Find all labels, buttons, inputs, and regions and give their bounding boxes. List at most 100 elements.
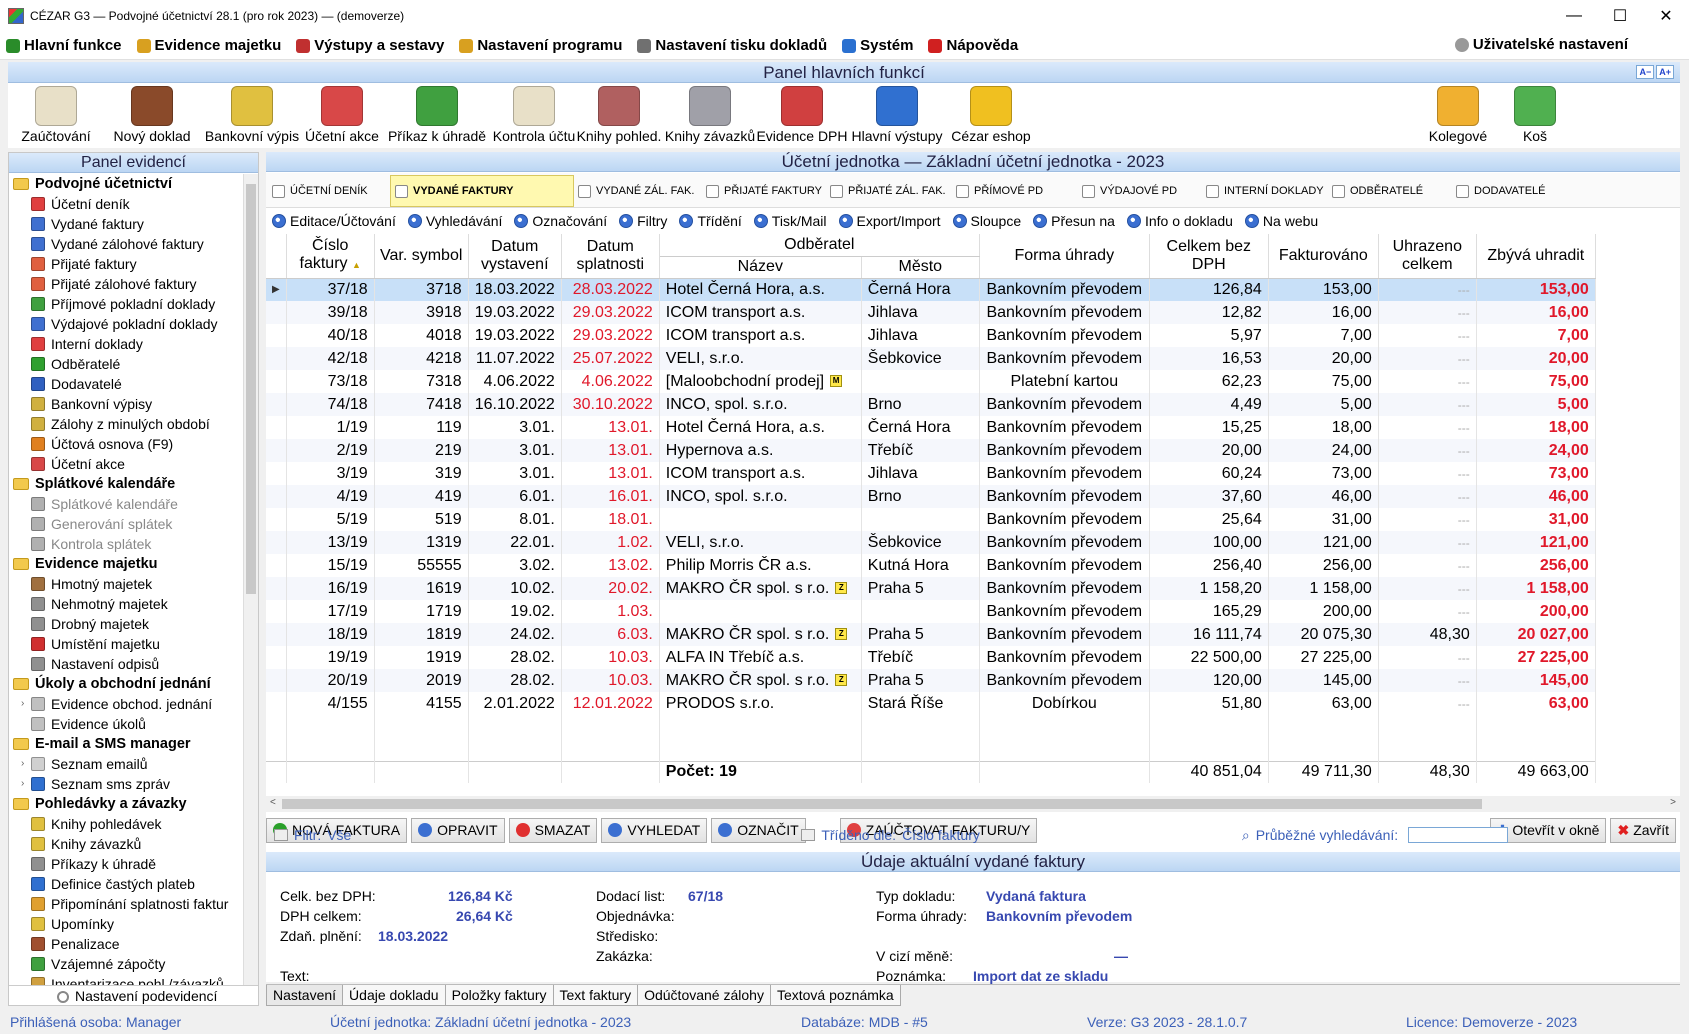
tree-item-prijate-zalohove-faktury[interactable]: Přijaté zálohové faktury: [9, 274, 244, 294]
tree-item-odberatele[interactable]: Odběratelé: [9, 354, 244, 374]
tree-item-uctova-osnova-f9[interactable]: Účtová osnova (F9): [9, 434, 244, 454]
table-row[interactable]: 4/155 4155 2.01.2022 12.01.2022 PRODOS s.r.o…: [266, 692, 1596, 715]
col-total-excl-vat[interactable]: Celkem bez DPH: [1149, 234, 1269, 279]
ribbon-knihy-zavazku-button[interactable]: Knihy závazků: [664, 83, 756, 147]
menu-user-settings[interactable]: Uživatelské nastavení: [1454, 36, 1628, 53]
table-row[interactable]: 18/19 1819 24.02. 6.03. MAKRO ČR spol. s r.o…: [266, 623, 1596, 646]
ribbon-cezar-eshop-button[interactable]: Cézar eshop: [946, 83, 1036, 147]
tree-item-interni-doklady[interactable]: Interní doklady: [9, 334, 244, 354]
table-row[interactable]: ▶ 37/18 3718 18.03.2022 28.03.2022 Hotel Čern…: [266, 278, 1596, 301]
tree-item-evidence-obchod-jednani[interactable]: › Evidence obchod. jednání: [9, 694, 244, 714]
action-na-webu[interactable]: Na webu: [1244, 213, 1318, 229]
tree-item-knihy-pohledavek[interactable]: Knihy pohledávek: [9, 814, 244, 834]
tree-group-ukoly-a-obchodni-jednani[interactable]: Úkoly a obchodní jednání: [9, 674, 244, 694]
menu-nastaveni-programu[interactable]: Nastavení programu: [459, 37, 622, 54]
tab-ucetni-denik[interactable]: ÚČETNÍ DENÍK: [268, 175, 386, 207]
action-export-import[interactable]: Export/Import: [838, 213, 941, 229]
col-var-symbol[interactable]: Var. symbol: [374, 234, 469, 279]
tab-interni-doklady[interactable]: INTERNÍ DOKLADY: [1202, 175, 1324, 207]
detail-tab-textova-poznamka[interactable]: Textová poznámka: [769, 985, 901, 1006]
tree-item-generovani-splatek[interactable]: Generování splátek: [9, 514, 244, 534]
tab-dodavatele[interactable]: DODAVATELÉ: [1452, 175, 1570, 207]
ribbon-zauctovani-button[interactable]: Zaúčtování: [8, 83, 104, 147]
tab-odberatele[interactable]: ODBĚRATELÉ: [1328, 175, 1448, 207]
table-row[interactable]: 4/19 419 6.01. 16.01. INCO, spol. s.r.o. Brno…: [266, 485, 1596, 508]
tree-scrollbar[interactable]: [243, 174, 258, 986]
tree-item-ucetni-denik[interactable]: Účetní deník: [9, 194, 244, 214]
table-row[interactable]: 19/19 1919 28.02. 10.03. ALFA IN Třebíč a.s.…: [266, 646, 1596, 669]
expand-icon[interactable]: ›: [21, 694, 31, 714]
table-row[interactable]: 39/18 3918 19.03.2022 29.03.2022 ICOM transp…: [266, 301, 1596, 324]
tree-item-nehmotny-majetek[interactable]: Nehmotný majetek: [9, 594, 244, 614]
col-invoiced[interactable]: Fakturováno: [1268, 234, 1379, 279]
tree-item-seznam-emailu[interactable]: › Seznam emailů: [9, 754, 244, 774]
ribbon-novy-doklad-button[interactable]: Nový doklad: [104, 83, 200, 147]
menu-hlavni-funkce[interactable]: Hlavní funkce: [6, 37, 122, 54]
table-row[interactable]: 2/19 219 3.01. 13.01. Hypernova a.s. Třebíč Ba…: [266, 439, 1596, 462]
font-smaller-button[interactable]: A−: [1636, 65, 1655, 79]
tree-item-prikazy-k-uhrade[interactable]: Příkazy k úhradě: [9, 854, 244, 874]
menu-system[interactable]: Systém: [842, 37, 913, 54]
col-paid[interactable]: Uhrazeno celkem: [1378, 234, 1477, 279]
col-remaining[interactable]: Zbývá uhradit: [1476, 234, 1596, 279]
tree-item-knihy-zavazku[interactable]: Knihy závazků: [9, 834, 244, 854]
detail-tab-nastaveni[interactable]: Nastavení: [266, 985, 344, 1006]
tree-item-bankovni-vypisy[interactable]: Bankovní výpisy: [9, 394, 244, 414]
close-window-button[interactable]: ✕: [1643, 0, 1689, 32]
tree-item-drobny-majetek[interactable]: Drobný majetek: [9, 614, 244, 634]
tree-item-kontrola-splatek[interactable]: Kontrola splátek: [9, 534, 244, 554]
table-row[interactable]: 20/19 2019 28.02. 10.03. MAKRO ČR spol. s r.…: [266, 669, 1596, 692]
table-row[interactable]: 42/18 4218 11.07.2022 25.07.2022 VELI, s.r.o…: [266, 347, 1596, 370]
sort-value[interactable]: Číslo faktury: [902, 827, 980, 843]
tree-item-pripominani-splatnosti-faktur[interactable]: Připomínání splatnosti faktur: [9, 894, 244, 914]
table-row[interactable]: 74/18 7418 16.10.2022 30.10.2022 INCO, spol.…: [266, 393, 1596, 416]
scroll-right-icon[interactable]: >: [1670, 797, 1676, 808]
detail-tab-udaje-dokladu[interactable]: Údaje dokladu: [342, 985, 446, 1006]
tree-item-definice-castych-plateb[interactable]: Definice častých plateb: [9, 874, 244, 894]
ribbon-evidence-dph-button[interactable]: Evidence DPH: [756, 83, 848, 147]
ribbon-kontrola-uctu-button[interactable]: Kontrola účtu: [493, 83, 575, 147]
tree-group-pohledavky-a-zavazky[interactable]: Pohledávky a závazky: [9, 794, 244, 814]
table-row[interactable]: 1/19 119 3.01. 13.01. Hotel Černá Hora, a.s.…: [266, 416, 1596, 439]
ribbon-bankovni-vypis-button[interactable]: Bankovní výpis: [200, 83, 304, 147]
table-row[interactable]: 3/19 319 3.01. 13.01. ICOM transport a.s. Jih…: [266, 462, 1596, 485]
table-row[interactable]: 5/19 519 8.01. 18.01. Bankovním převodem 25,6…: [266, 508, 1596, 531]
tree-item-hmotny-majetek[interactable]: Hmotný majetek: [9, 574, 244, 594]
table-row[interactable]: 13/19 1319 22.01. 1.02. VELI, s.r.o. Šebkovic…: [266, 531, 1596, 554]
ribbon-kolegove-button[interactable]: Kolegové: [1423, 83, 1493, 147]
tree-item-vydane-zalohove-faktury[interactable]: Vydané zálohové faktury: [9, 234, 244, 254]
tree-item-zalohy-z-minulych-obdobi[interactable]: Zálohy z minulých období: [9, 414, 244, 434]
tab-prijate-faktury[interactable]: PŘIJATÉ FAKTURY: [702, 175, 822, 207]
tree-group-evidence-majetku[interactable]: Evidence majetku: [9, 554, 244, 574]
tree-item-nastaveni-odpisu[interactable]: Nastavení odpisů: [9, 654, 244, 674]
action-sloupce[interactable]: Sloupce: [952, 213, 1021, 229]
menu-napoveda[interactable]: Nápověda: [928, 37, 1018, 54]
table-row[interactable]: 15/19 55555 3.02. 13.02. Philip Morris ČR a.…: [266, 554, 1596, 577]
tree-item-prijate-faktury[interactable]: Přijaté faktury: [9, 254, 244, 274]
menu-evidence-majetku[interactable]: Evidence majetku: [136, 37, 281, 54]
action-info-o-dokladu[interactable]: Info o dokladu: [1126, 213, 1233, 229]
menu-nastaveni-tisku-dokladu[interactable]: Nastavení tisku dokladů: [637, 37, 827, 54]
action-vyhledavani[interactable]: Vyhledávání: [407, 213, 502, 229]
tab-vydajove-pd[interactable]: VÝDAJOVÉ PD: [1078, 175, 1198, 207]
grid-horizontal-scrollbar[interactable]: < >: [266, 796, 1680, 812]
col-customer-city[interactable]: Město: [861, 256, 980, 279]
tree-item-vydajove-pokladni-doklady[interactable]: Výdajové pokladní doklady: [9, 314, 244, 334]
maximize-button[interactable]: ☐: [1597, 0, 1643, 32]
tree-group-podvojne-ucetnictvi[interactable]: Podvojné účetnictví: [9, 174, 244, 194]
table-row[interactable]: 73/18 7318 4.06.2022 4.06.2022 [Maloobchodní…: [266, 370, 1596, 393]
expand-icon[interactable]: ›: [21, 774, 31, 794]
ribbon-kos-button[interactable]: Koš: [1500, 83, 1570, 147]
col-issue-date[interactable]: Datum vystavení: [468, 234, 562, 279]
action-trideni[interactable]: Třídění: [679, 213, 742, 229]
tree-group-splatkove-kalendare[interactable]: Splátkové kalendáře: [9, 474, 244, 494]
incremental-search-input[interactable]: [1408, 827, 1509, 843]
tree-item-penalizace[interactable]: Penalizace: [9, 934, 244, 954]
scroll-left-icon[interactable]: <: [270, 797, 276, 808]
ribbon-prikaz-k-uhrade-button[interactable]: Příkaz k úhradě: [380, 83, 494, 147]
col-due-date[interactable]: Datum splatnosti: [561, 234, 660, 279]
table-row[interactable]: 16/19 1619 10.02. 20.02. MAKRO ČR spol. s r.…: [266, 577, 1596, 600]
tree-item-upominky[interactable]: Upomínky: [9, 914, 244, 934]
action-editace-uctovani[interactable]: Editace/Účtování: [272, 213, 396, 229]
tree-item-ucetni-akce[interactable]: Účetní akce: [9, 454, 244, 474]
